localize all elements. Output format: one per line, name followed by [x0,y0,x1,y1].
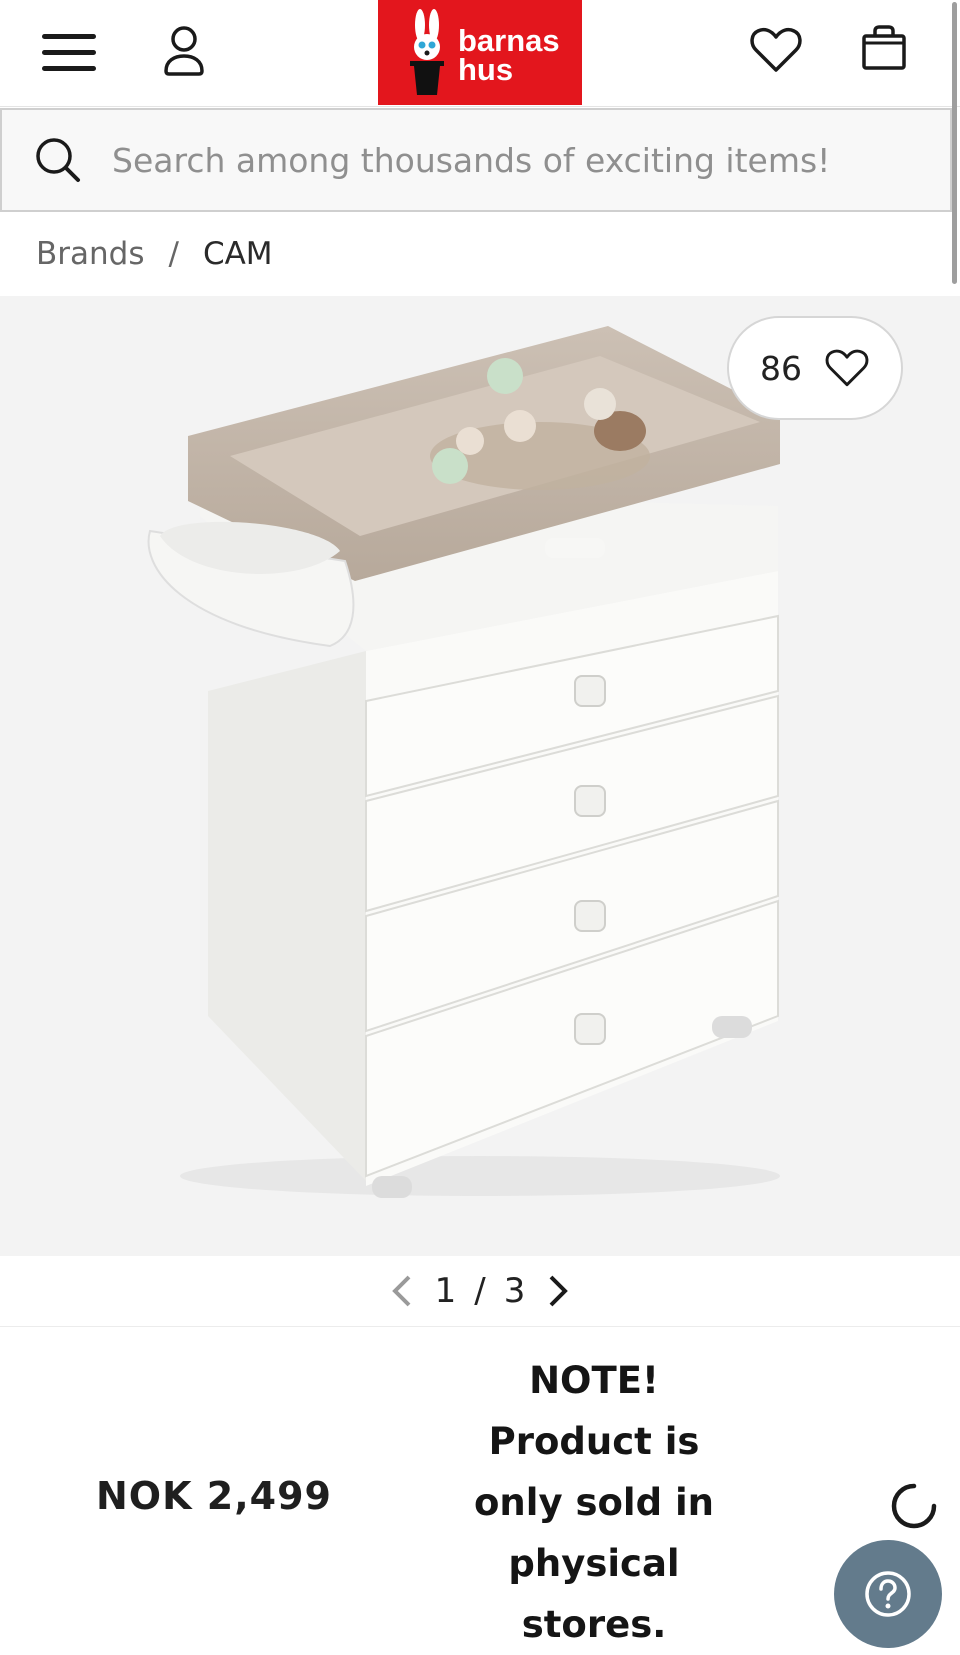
product-price: NOK 2,499 [96,1474,332,1518]
like-button[interactable]: 86 [727,316,903,420]
image-pager: 1 / 3 [0,1256,960,1327]
hamburger-icon [42,34,96,71]
wishlist-button[interactable] [748,24,804,76]
breadcrumb: Brands / CAM [36,236,273,272]
heart-icon [825,349,869,387]
store-only-note: NOTE! Product is only sold in physical s… [448,1350,740,1655]
question-icon [865,1571,911,1617]
brand-name-line2: hus [458,51,514,87]
brand-name-line1: barnas [458,22,560,58]
note-line: Product is [488,1420,700,1463]
search-bar [0,108,952,212]
image-current: 1 [434,1271,457,1311]
search-icon[interactable] [34,136,82,184]
cart-button[interactable] [858,22,910,74]
bunny-logo-icon [410,8,444,95]
breadcrumb-separator: / [168,236,179,272]
loading-spinner-icon [891,1483,937,1529]
image-total: 3 [503,1271,526,1311]
account-button[interactable] [156,22,212,80]
user-icon [164,26,204,76]
breadcrumb-item-brands[interactable]: Brands [36,236,145,272]
chevron-right-icon [549,1275,569,1307]
product-image-gallery[interactable] [0,296,960,1256]
help-button[interactable] [834,1540,942,1648]
note-line: only sold in [474,1481,714,1524]
page-scrollbar[interactable] [952,2,957,284]
shopping-bag-icon [862,25,906,70]
note-line: physical [508,1542,680,1585]
chevron-left-icon [391,1275,411,1307]
note-line: stores. [521,1603,667,1646]
previous-image-button[interactable] [387,1271,417,1311]
menu-button[interactable] [36,28,102,78]
site-header: barnas hus [0,0,960,107]
product-image [147,326,780,1198]
heart-icon [750,27,802,72]
breadcrumb-item-cam[interactable]: CAM [203,236,273,272]
like-count: 86 [760,348,802,388]
image-separator: / [474,1271,486,1311]
note-line: NOTE! [529,1359,659,1402]
search-input[interactable] [110,139,914,181]
brand-logo[interactable]: barnas hus [378,0,582,105]
next-image-button[interactable] [543,1271,573,1311]
